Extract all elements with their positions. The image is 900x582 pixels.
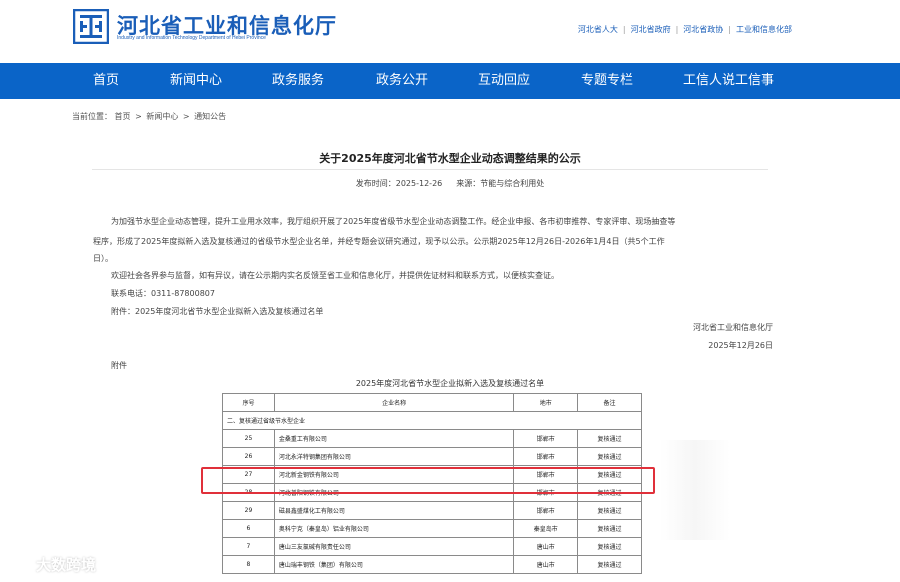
signature-date: 2025年12月26日: [708, 341, 773, 350]
source-label: 来源：: [456, 179, 481, 188]
section-title: 二、复核通过省级节水型企业: [222, 411, 642, 430]
cell-company: 金桑重工有限公司: [273, 429, 515, 448]
cell-city: 邯郸市: [513, 501, 579, 520]
header-remark: 备注: [577, 393, 642, 412]
paragraph-feedback: 欢迎社会各界参与监督，如有异议，请在公示期内实名反馈至省工业和信息化厅，并提供佐…: [111, 271, 559, 280]
article-title: 关于2025年度河北省节水型企业动态调整结果的公示: [319, 152, 581, 165]
cell-index: 7: [222, 537, 275, 556]
article-meta: 发布时间：2025-12-26 来源：节能与综合利用处: [0, 178, 900, 189]
paragraph-intro-line3: 日）。: [93, 254, 113, 263]
top-links: 河北省人大 | 河北省政府 | 河北省政协 | 工业和信息化部: [577, 25, 792, 34]
cell-company: 唐山三友氯碱有限责任公司: [273, 537, 515, 556]
cell-index: 26: [222, 447, 275, 466]
cell-company: 磁县鑫盛煤化工有限公司: [273, 501, 515, 520]
site-header: 河北省工业和信息化厅 Industry and Information Tech…: [0, 0, 900, 63]
title-divider: [92, 169, 768, 170]
nav-item-topics[interactable]: 专题专栏: [581, 63, 633, 99]
breadcrumb-home[interactable]: 首页: [115, 112, 131, 121]
cell-index: 8: [222, 555, 275, 574]
main-nav: 首页 新闻中心 政务服务 政务公开 互动回应 专题专栏 工信人说工信事: [0, 63, 900, 99]
breadcrumb-separator: >: [135, 112, 142, 121]
source-value: 节能与综合利用处: [480, 179, 545, 188]
table-row: 7 唐山三友氯碱有限责任公司 唐山市 复核通过: [222, 537, 642, 556]
cell-city: 邯郸市: [513, 429, 579, 448]
header-index: 序号: [222, 393, 275, 412]
breadcrumb-notices[interactable]: 通知公告: [194, 112, 226, 121]
contact-phone: 联系电话：0311-87800807: [111, 289, 215, 298]
cell-company: 唐山瑞丰钢铁（集团）有限公司: [273, 555, 515, 574]
cell-remark: 复核通过: [577, 501, 642, 520]
cell-city: 唐山市: [513, 537, 579, 556]
cell-index: 29: [222, 501, 275, 520]
site-subtitle: Industry and Information Technology Depa…: [117, 35, 266, 41]
top-link-provincial-cppcc[interactable]: 河北省政协: [683, 25, 723, 34]
attachment-line[interactable]: 附件：2025年度河北省节水型企业拟新入选及复核通过名单: [93, 304, 783, 319]
cell-company: 河北永洋特钢集团有限公司: [273, 447, 515, 466]
cell-remark: 复核通过: [577, 447, 642, 466]
highlight-box: [201, 467, 655, 494]
site-logo-icon[interactable]: [73, 9, 109, 44]
table-caption: 2025年度河北省节水型企业拟新入选及复核通过名单: [355, 379, 545, 388]
top-link-miit[interactable]: 工业和信息化部: [736, 25, 792, 34]
nav-item-services[interactable]: 政务服务: [272, 63, 324, 99]
cell-city: 唐山市: [513, 555, 579, 574]
cell-remark: 复核通过: [577, 555, 642, 574]
table-row: 8 唐山瑞丰钢铁（集团）有限公司 唐山市 复核通过: [222, 555, 642, 574]
scan-shadow: [660, 440, 730, 540]
breadcrumb-news[interactable]: 新闻中心: [146, 112, 178, 121]
breadcrumb-prefix: 当前位置：: [72, 112, 112, 121]
table-header-row: 序号 企业名称 地市 备注: [222, 393, 642, 412]
nav-item-staff-talk[interactable]: 工信人说工信事: [683, 63, 774, 99]
cell-remark: 复核通过: [577, 429, 642, 448]
appendix-label: 附件: [111, 361, 127, 370]
nav-item-open-affairs[interactable]: 政务公开: [376, 63, 428, 99]
watermark-logo-icon: [10, 555, 32, 575]
cell-company: 奥科宁克（秦皇岛）铝业有限公司: [273, 519, 515, 538]
top-link-provincial-government[interactable]: 河北省政府: [631, 25, 671, 34]
table-row: 25 金桑重工有限公司 邯郸市 复核通过: [222, 429, 642, 448]
header-company: 企业名称: [273, 393, 515, 412]
cell-city: 秦皇岛市: [513, 519, 579, 538]
header-city: 地市: [513, 393, 579, 412]
paragraph-intro-line2: 程序，形成了2025年度拟新入选及复核通过的省级节水型企业名单，并经专题会议研究…: [93, 237, 665, 246]
table-row: 26 河北永洋特钢集团有限公司 邯郸市 复核通过: [222, 447, 642, 466]
breadcrumb-separator: >: [182, 112, 190, 121]
breadcrumb: 当前位置： 首页 > 新闻中心 > 通知公告: [72, 111, 226, 122]
cell-index: 6: [222, 519, 275, 538]
cell-remark: 复核通过: [577, 537, 642, 556]
publish-date: 2025-12-26: [395, 179, 443, 188]
paragraph-intro-line1: 为加强节水型企业动态管理，提升工业用水效率，我厅组织开展了2025年度省级节水型…: [111, 217, 676, 226]
table-section-row: 二、复核通过省级节水型企业: [222, 411, 642, 430]
signature-org: 河北省工业和信息化厅: [693, 323, 773, 332]
cell-city: 邯郸市: [513, 447, 579, 466]
publish-label: 发布时间：: [355, 179, 396, 188]
nav-item-interaction[interactable]: 互动回应: [478, 63, 530, 99]
watermark-text: 大数跨境: [36, 556, 97, 574]
table-row: 6 奥科宁克（秦皇岛）铝业有限公司 秦皇岛市 复核通过: [222, 519, 642, 538]
cell-remark: 复核通过: [577, 519, 642, 538]
table-row: 29 磁县鑫盛煤化工有限公司 邯郸市 复核通过: [222, 501, 642, 520]
nav-item-news[interactable]: 新闻中心: [170, 63, 222, 99]
top-link-provincial-congress[interactable]: 河北省人大: [578, 25, 618, 34]
cell-index: 25: [222, 429, 275, 448]
nav-item-home[interactable]: 首页: [93, 63, 119, 99]
